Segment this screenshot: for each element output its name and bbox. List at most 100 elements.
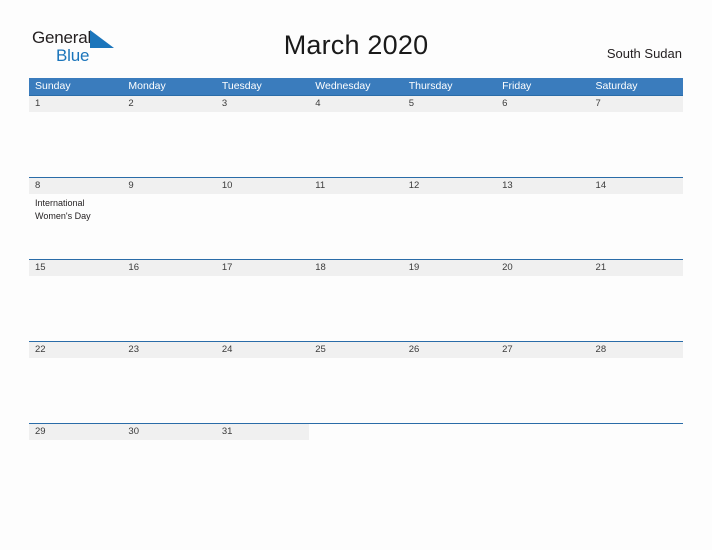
day-cell[interactable]: 26	[402, 342, 497, 423]
day-events	[590, 440, 683, 443]
day-events	[122, 276, 215, 279]
day-header-wednesday: Wednesday	[315, 80, 371, 92]
day-events	[496, 276, 589, 279]
day-events	[216, 194, 309, 197]
day-number	[496, 424, 589, 440]
day-cell[interactable]: 17	[215, 260, 310, 341]
day-number: 24	[215, 342, 310, 358]
day-events	[122, 194, 215, 197]
day-number: 11	[309, 178, 403, 194]
day-number: 14	[589, 178, 683, 194]
day-cell[interactable]: 25	[309, 342, 403, 423]
day-cell[interactable]: 28	[589, 342, 683, 423]
day-events	[216, 112, 309, 115]
calendar-week-row: 8 International Women's Day 9 10 11 12 1…	[29, 177, 683, 259]
day-cell[interactable]: 12	[402, 178, 497, 259]
day-cell[interactable]: 1	[29, 96, 123, 177]
day-cell-empty	[496, 424, 590, 505]
day-cell[interactable]: 29	[29, 424, 123, 505]
calendar-page: General Blue March 2020 South Sudan Sund…	[0, 0, 712, 550]
day-cell[interactable]: 2	[122, 96, 216, 177]
day-cell[interactable]: 7	[589, 96, 683, 177]
day-number: 25	[309, 342, 403, 358]
day-cell[interactable]: 19	[402, 260, 497, 341]
day-number: 22	[29, 342, 123, 358]
day-events	[309, 194, 402, 197]
day-number	[309, 424, 402, 440]
day-header-friday: Friday	[502, 80, 532, 92]
day-number: 17	[215, 260, 310, 276]
day-cell[interactable]: 8 International Women's Day	[29, 178, 123, 259]
day-events: International Women's Day	[29, 194, 122, 222]
day-number: 27	[496, 342, 590, 358]
day-number: 30	[122, 424, 216, 440]
day-header-tuesday: Tuesday	[221, 80, 262, 92]
day-events	[403, 194, 496, 197]
day-cell[interactable]: 13	[496, 178, 590, 259]
day-number: 20	[496, 260, 590, 276]
day-cell[interactable]: 3	[215, 96, 310, 177]
day-of-week-header-row: Sunday Monday Tuesday Wednesday Thursday…	[29, 78, 683, 95]
calendar-grid: Sunday Monday Tuesday Wednesday Thursday…	[29, 78, 683, 505]
day-number: 26	[402, 342, 497, 358]
day-number: 29	[29, 424, 123, 440]
calendar-week-row: 1 2 3 4 5 6 7	[29, 95, 683, 177]
day-events	[29, 276, 122, 279]
day-number: 31	[215, 424, 310, 440]
event-label: International Women's Day	[35, 198, 91, 221]
day-number: 15	[29, 260, 123, 276]
day-number: 2	[122, 96, 216, 112]
day-cell[interactable]: 4	[309, 96, 403, 177]
day-events	[122, 358, 215, 361]
day-events	[29, 112, 122, 115]
day-header-thursday: Thursday	[408, 80, 453, 92]
day-number: 7	[589, 96, 683, 112]
day-cell[interactable]: 22	[29, 342, 123, 423]
day-cell[interactable]: 24	[215, 342, 310, 423]
day-events	[122, 112, 215, 115]
calendar-week-row: 22 23 24 25 26 27 28	[29, 341, 683, 423]
day-cell[interactable]: 18	[309, 260, 403, 341]
day-events	[216, 276, 309, 279]
day-events	[403, 358, 496, 361]
day-number: 19	[402, 260, 497, 276]
day-cell[interactable]: 16	[122, 260, 216, 341]
day-events	[496, 112, 589, 115]
day-events	[216, 358, 309, 361]
day-events	[403, 276, 496, 279]
day-cell[interactable]: 14	[589, 178, 683, 259]
day-number: 18	[309, 260, 403, 276]
day-header-sunday: Sunday	[35, 80, 71, 92]
day-number	[590, 424, 683, 440]
day-events	[590, 112, 683, 115]
day-number: 4	[309, 96, 403, 112]
day-number: 23	[122, 342, 216, 358]
day-header-saturday: Saturday	[595, 80, 638, 92]
day-cell[interactable]: 10	[215, 178, 310, 259]
page-header: General Blue March 2020 South Sudan	[0, 0, 712, 78]
day-number: 13	[496, 178, 590, 194]
day-cell[interactable]: 23	[122, 342, 216, 423]
day-number	[403, 424, 496, 440]
day-cell[interactable]: 15	[29, 260, 123, 341]
day-cell[interactable]: 5	[402, 96, 497, 177]
day-cell[interactable]: 9	[122, 178, 216, 259]
day-cell[interactable]: 31	[215, 424, 310, 505]
day-cell[interactable]: 21	[589, 260, 683, 341]
day-cell[interactable]: 11	[309, 178, 403, 259]
day-number: 1	[29, 96, 123, 112]
location-label: South Sudan	[606, 46, 682, 61]
day-cell-empty	[589, 424, 683, 505]
day-cell[interactable]: 27	[496, 342, 590, 423]
calendar-week-row: 29 30 31	[29, 423, 683, 505]
day-events	[590, 276, 683, 279]
day-events	[496, 358, 589, 361]
day-cell[interactable]: 6	[496, 96, 590, 177]
day-cell[interactable]: 30	[122, 424, 216, 505]
calendar-week-row: 15 16 17 18 19 20 21	[29, 259, 683, 341]
day-number: 16	[122, 260, 216, 276]
day-header-monday: Monday	[128, 80, 166, 92]
day-events	[216, 440, 309, 443]
day-number: 28	[589, 342, 683, 358]
day-cell[interactable]: 20	[496, 260, 590, 341]
